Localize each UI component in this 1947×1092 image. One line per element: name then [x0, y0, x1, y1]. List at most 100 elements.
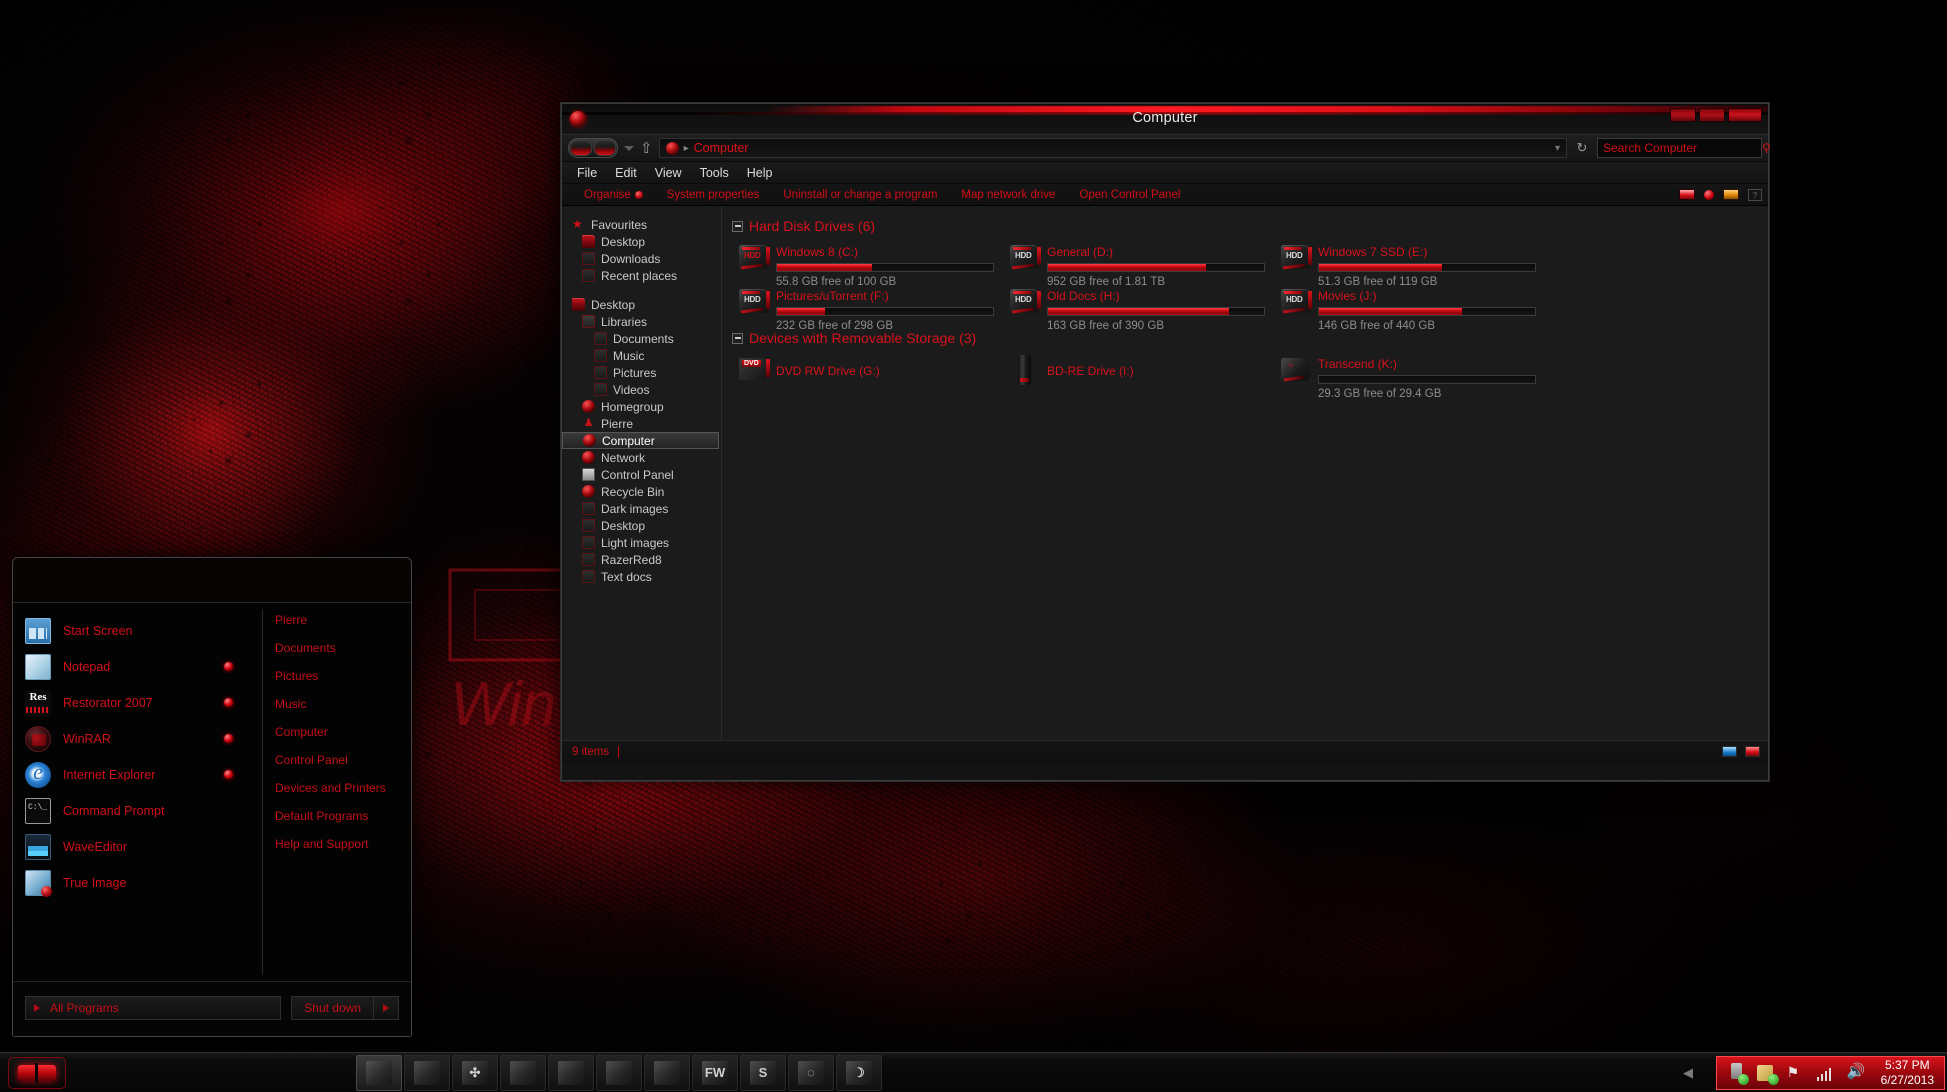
collapse-group-button[interactable] [732, 220, 743, 232]
title-bar[interactable]: Computer [562, 104, 1768, 134]
menu-edit[interactable]: Edit [606, 166, 646, 180]
navigation-pane[interactable]: ★ Favourites Desktop Downloads Recent places… [562, 206, 722, 740]
sidebar-item-text-docs[interactable]: Text docs [562, 568, 721, 585]
start-menu-link-default-programs[interactable]: Default Programs [275, 809, 395, 823]
address-dropdown-icon[interactable]: ▾ [1555, 143, 1560, 154]
map-network-drive-button[interactable]: Map network drive [949, 189, 1067, 201]
taskbar-app-2[interactable] [404, 1054, 450, 1091]
start-menu-app-list[interactable]: Start Screen Notepad Restorator 2007 WinRAR… [13, 603, 263, 981]
navigation-buttons[interactable] [568, 138, 618, 158]
sidebar-item-downloads[interactable]: Downloads [562, 250, 721, 267]
recent-locations-chevron-down-icon[interactable] [624, 145, 634, 151]
drive-item[interactable]: HDD Windows 8 (C:) 55.8 GB free of 100 GB [738, 242, 994, 288]
help-icon[interactable]: ? [1748, 188, 1762, 201]
minimize-button[interactable] [1670, 108, 1696, 122]
sidebar-item-desktop[interactable]: Desktop [562, 517, 721, 534]
collapse-group-button[interactable] [732, 332, 743, 344]
jump-list-arrow-icon[interactable] [224, 734, 233, 743]
clock[interactable]: 5:37 PM 6/27/2013 [1877, 1058, 1934, 1088]
start-menu-item-notepad[interactable]: Notepad [25, 649, 263, 685]
sidebar-item-dark-images[interactable]: Dark images [562, 500, 721, 517]
open-control-panel-button[interactable]: Open Control Panel [1067, 189, 1192, 201]
start-menu-link-music[interactable]: Music [275, 697, 395, 711]
sidebar-item-music[interactable]: Music [562, 347, 721, 364]
start-menu-item-start-screen[interactable]: Start Screen [25, 613, 263, 649]
start-menu-link-computer[interactable]: Computer [275, 725, 395, 739]
signal-strength-icon[interactable] [1816, 1063, 1837, 1083]
usb-safely-remove-icon[interactable] [1727, 1063, 1747, 1083]
sidebar-item-recent-places[interactable]: Recent places [562, 267, 721, 284]
menu-file[interactable]: File [568, 166, 606, 180]
taskbar-app-11[interactable]: ☽ [836, 1054, 882, 1091]
start-button[interactable] [8, 1056, 66, 1089]
start-menu-item-internet-explorer[interactable]: Internet Explorer [25, 757, 263, 793]
start-menu-item-winrar[interactable]: WinRAR [25, 721, 263, 757]
preview-pane-icon[interactable] [1704, 189, 1714, 200]
forward-button[interactable] [594, 140, 616, 156]
start-menu-link-devices-and-printers[interactable]: Devices and Printers [275, 781, 395, 795]
search-input[interactable] [1603, 141, 1758, 155]
refresh-icon[interactable]: ↻ [1573, 139, 1591, 157]
taskbar[interactable]: ✣ FW S ◌ ☽ ◀ ⚑ 🔊 5:37 PM 6/27/2013 [0, 1052, 1947, 1092]
all-programs-button[interactable]: All Programs [25, 995, 282, 1020]
jump-list-arrow-icon[interactable] [224, 662, 233, 671]
drive-item[interactable]: BD-RE Drive (I:) [1009, 354, 1265, 386]
sidebar-item-pictures[interactable]: Pictures [562, 364, 721, 381]
sidebar-item-pierre[interactable]: ♟ Pierre [562, 415, 721, 432]
change-view-icon[interactable] [1679, 189, 1695, 200]
sidebar-item-libraries[interactable]: Libraries [562, 313, 721, 330]
sidebar-item-documents[interactable]: Documents [562, 330, 721, 347]
system-properties-button[interactable]: System properties [655, 189, 772, 201]
shutdown-button[interactable]: Shut down [291, 995, 399, 1020]
taskbar-app-7[interactable] [644, 1054, 690, 1091]
sidebar-item-computer[interactable]: Computer [562, 432, 719, 449]
sidebar-item-homegroup[interactable]: Homegroup [562, 398, 721, 415]
taskbar-app-9[interactable]: S [740, 1054, 786, 1091]
jump-list-arrow-icon[interactable] [224, 770, 233, 779]
status-view-buttons[interactable] [1722, 746, 1760, 757]
start-menu-link-control-panel[interactable]: Control Panel [275, 753, 395, 767]
drive-item[interactable]: HDD Pictures/uTorrent (F:) 232 GB free of … [738, 286, 994, 332]
explorer-window[interactable]: Computer ⇧ ▸ Computer ▾ ↻ Search Compute… [560, 102, 1771, 782]
up-arrow-icon[interactable]: ⇧ [640, 141, 653, 156]
start-menu-link-pierre[interactable]: Pierre [275, 613, 395, 627]
drive-item[interactable]: DVD DVD RW Drive (G:) [738, 354, 994, 386]
drive-item[interactable]: HDD Movies (J:) 146 GB free of 440 GB [1280, 286, 1536, 332]
jump-list-arrow-icon[interactable] [224, 698, 233, 707]
start-menu[interactable]: Start Screen Notepad Restorator 2007 WinRAR… [12, 557, 412, 1037]
taskbar-app-5[interactable] [548, 1054, 594, 1091]
start-menu-item-waveeditor[interactable]: WaveEditor [25, 829, 263, 865]
drive-item[interactable]: HDD Windows 7 SSD (E:) 51.3 GB free of 119… [1280, 242, 1536, 288]
sidebar-item-control-panel[interactable]: Control Panel [562, 466, 721, 483]
taskbar-app-8[interactable]: FW [692, 1054, 738, 1091]
start-menu-link-help-and-support[interactable]: Help and Support [275, 837, 395, 851]
taskbar-app-3[interactable]: ✣ [452, 1054, 498, 1091]
system-tray[interactable]: ⚑ 🔊 5:37 PM 6/27/2013 [1715, 1056, 1945, 1090]
close-button[interactable] [1728, 108, 1762, 122]
sidebar-item-desktop[interactable]: Desktop [562, 296, 721, 313]
taskbar-app-6[interactable] [596, 1054, 642, 1091]
drive-item[interactable]: ⑂ Transcend (K:) 29.3 GB free of 29.4 GB [1280, 354, 1536, 400]
drive-item[interactable]: HDD Old Docs (H:) 163 GB free of 390 GB [1009, 286, 1265, 332]
menu-view[interactable]: View [646, 166, 691, 180]
details-view-icon[interactable] [1722, 746, 1737, 757]
sidebar-item-desktop[interactable]: Desktop [562, 233, 721, 250]
network-status-icon[interactable] [1756, 1063, 1777, 1083]
show-hidden-icons-button[interactable]: ◀ [1677, 1056, 1699, 1090]
content-pane[interactable]: Hard Disk Drives (6) HDD Windows 8 (C:) 55.… [722, 206, 1768, 740]
shutdown-options-arrow-icon[interactable] [373, 996, 398, 1019]
start-menu-item-restorator-2007[interactable]: Restorator 2007 [25, 685, 263, 721]
search-box[interactable]: ⚲ [1597, 138, 1771, 158]
uninstall-program-button[interactable]: Uninstall or change a program [771, 189, 949, 201]
sidebar-item-favourites[interactable]: ★ Favourites [562, 216, 721, 233]
address-field[interactable]: ▸ Computer ▾ [658, 138, 1567, 158]
menu-help[interactable]: Help [738, 166, 782, 180]
back-button[interactable] [570, 140, 592, 156]
sidebar-item-recycle-bin[interactable]: Recycle Bin [562, 483, 721, 500]
start-menu-item-command-prompt[interactable]: Command Prompt [25, 793, 263, 829]
taskbar-app-10[interactable]: ◌ [788, 1054, 834, 1091]
sidebar-item-razerred8[interactable]: RazerRed8 [562, 551, 721, 568]
start-menu-link-documents[interactable]: Documents [275, 641, 395, 655]
menu-tools[interactable]: Tools [691, 166, 738, 180]
window-controls[interactable] [1670, 108, 1762, 122]
